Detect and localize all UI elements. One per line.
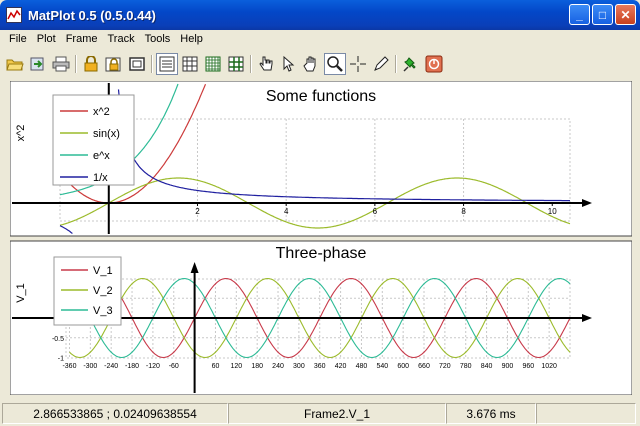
toolbar-separator [73,53,79,75]
print-icon[interactable] [50,53,72,75]
x-tick-label: 10 [548,207,557,216]
menu-help[interactable]: Help [175,33,208,45]
x-tick-label: 600 [397,363,409,370]
y-axis-label: x^2 [15,125,27,142]
status-empty [536,403,636,424]
plot-area[interactable]: Some functions x^2 2 4 6 8 10 x^2 sin(x) e^x 1/… [10,81,632,395]
x-tick-label: 720 [439,363,451,370]
lock-frame-icon[interactable] [103,53,125,75]
menu-track[interactable]: Track [102,33,139,45]
x-tick-label: 360 [314,363,326,370]
zoom-icon[interactable] [324,53,346,75]
y-tick-label: -0.5 [52,336,64,343]
x-tick-label: 480 [356,363,368,370]
x-tick-label: 60 [212,363,220,370]
x-tick-label: 840 [481,363,493,370]
hand-point-icon[interactable] [255,53,277,75]
x-tick-label: -240 [104,363,118,370]
frame-icon[interactable] [126,53,148,75]
x-tick-label: 420 [335,363,347,370]
x-tick-label: 960 [522,363,534,370]
legend-label: V_2 [93,285,113,297]
menu-frame[interactable]: Frame [61,33,103,45]
x-tick-label: 6 [373,207,378,216]
legend[interactable]: V_1 V_2 V_3 [53,256,122,326]
x-tick-label: -60 [169,363,179,370]
toolbar-separator [393,53,399,75]
frame-title: Three-phase [276,245,367,262]
legend-label: V_1 [93,265,113,277]
grid-both-icon[interactable] [225,53,247,75]
open-folder-icon[interactable] [4,53,26,75]
x-tick-label: 660 [418,363,430,370]
close-button[interactable]: ✕ [615,4,636,25]
x-tick-label: 8 [461,207,466,216]
status-coordinates: 2.866533865 ; 0.02409638554 [2,403,228,424]
x-tick-label: -300 [83,363,97,370]
status-time: 3.676 ms [446,403,536,424]
y-tick-label: -1 [58,356,64,363]
minimize-button[interactable]: _ [569,4,590,25]
x-tick-label: 1020 [541,363,557,370]
status-series: Frame2.V_1 [228,403,446,424]
menu-plot[interactable]: Plot [32,33,61,45]
pin-icon[interactable] [400,53,422,75]
maximize-button[interactable]: □ [592,4,613,25]
x-tick-label: 2 [195,207,200,216]
legend-label: e^x [93,150,110,162]
grid-off-icon[interactable] [156,53,178,75]
x-tick-label: -180 [125,363,139,370]
menu-file[interactable]: File [4,33,32,45]
legend[interactable]: x^2 sin(x) e^x 1/x [52,94,135,186]
x-tick-label: 180 [251,363,263,370]
toolbar [4,50,445,78]
lock-icon[interactable] [80,53,102,75]
legend-label: x^2 [93,106,110,118]
toolbar-separator [248,53,254,75]
menu-bar: File Plot Frame Track Tools Help [0,30,640,48]
legend-label: sin(x) [93,128,120,140]
status-bar: 2.866533865 ; 0.02409638554 Frame2.V_1 3… [0,401,640,426]
x-tick-label: 240 [272,363,284,370]
x-tick-label: 120 [230,363,242,370]
menu-tools[interactable]: Tools [140,33,176,45]
grid-minor-icon[interactable] [202,53,224,75]
frame-three-phase[interactable]: Three-phase V_1 -360 -300 -240 -180 -120 -60 6… [10,240,632,395]
crosshair-icon[interactable] [347,53,369,75]
toolbar-separator [149,53,155,75]
grid-major-icon[interactable] [179,53,201,75]
title-bar: MatPlot 0.5 (0.5.0.44) _ □ ✕ [0,0,640,30]
app-icon [6,7,22,23]
x-tick-label: 4 [284,207,289,216]
import-icon[interactable] [27,53,49,75]
frame-title: Some functions [266,88,376,105]
pan-hand-icon[interactable] [301,53,323,75]
frame-some-functions[interactable]: Some functions x^2 2 4 6 8 10 x^2 sin(x) e^x 1/… [10,81,632,237]
x-tick-label: 780 [460,363,472,370]
stop-icon[interactable] [423,53,445,75]
x-tick-label: -360 [62,363,76,370]
pen-icon[interactable] [370,53,392,75]
x-tick-label: 900 [502,363,514,370]
y-axis-label: V_1 [15,283,27,303]
pointer-icon[interactable] [278,53,300,75]
legend-label: 1/x [93,172,108,184]
x-tick-label: 540 [376,363,388,370]
window-title: MatPlot 0.5 (0.5.0.44) [28,7,156,23]
legend-label: V_3 [93,305,113,317]
x-tick-label: 300 [293,363,305,370]
x-tick-label: -120 [146,363,160,370]
